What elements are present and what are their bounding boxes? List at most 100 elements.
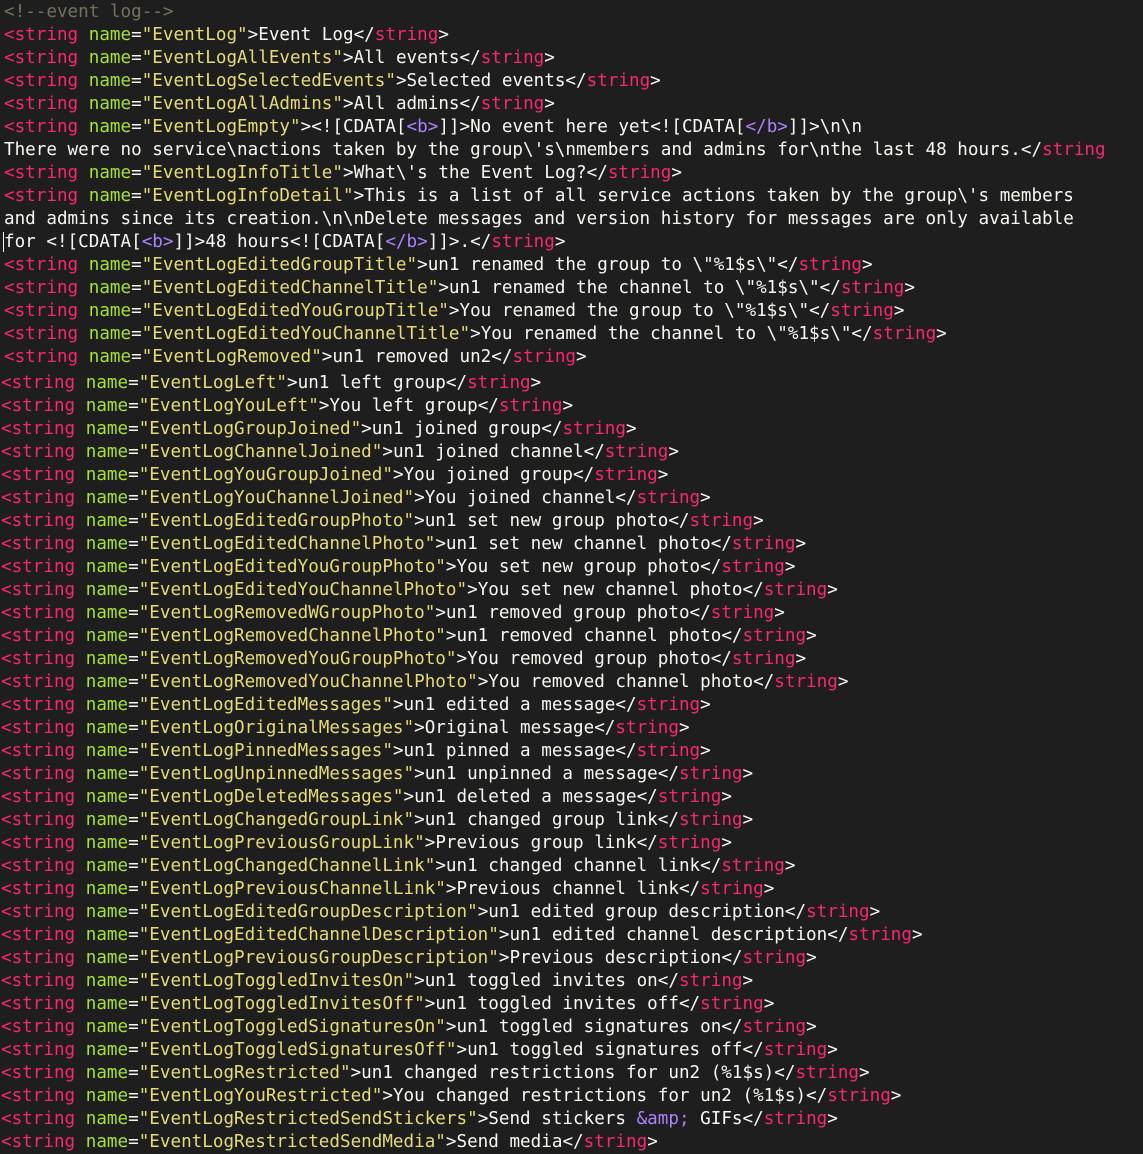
code-token-attr: name — [88, 301, 132, 321]
code-line[interactable]: <string name="EventLogRemovedYouChannelP… — [1, 671, 848, 694]
code-line[interactable]: <string name="EventLogGroupJoined">un1 j… — [1, 418, 637, 441]
code-line[interactable]: <string name="EventLogSelectedEvents">Se… — [4, 70, 661, 93]
code-token-eq: = — [128, 442, 139, 462]
code-line[interactable]: <string name="EventLogRestrictedSendStic… — [1, 1108, 838, 1131]
code-line[interactable]: <string name="EventLogEditedYouChannelPh… — [1, 579, 838, 602]
code-line[interactable]: <string name="EventLogPreviousGroupLink"… — [1, 832, 732, 855]
code-line[interactable]: <!--event log--> — [4, 1, 173, 24]
code-token-tag: <string — [1, 902, 76, 922]
code-token-tag: <string — [1, 1109, 76, 1129]
code-line[interactable]: <string name="EventLogDeletedMessages">u… — [1, 786, 732, 809]
code-line[interactable]: <string name="EventLogRemovedChannelPhot… — [1, 625, 817, 648]
code-line[interactable]: <string name="EventLogYouChannelJoined">… — [1, 487, 711, 510]
code-token-punc: > — [392, 465, 404, 485]
code-line[interactable]: <string name="EventLogEditedMessages">un… — [1, 694, 711, 717]
code-line[interactable]: <string name="EventLogInfoDetail">This i… — [4, 185, 1074, 208]
code-token-tag: <string — [1, 1132, 76, 1152]
code-token-attr: name — [85, 994, 129, 1014]
code-line[interactable]: <string name="EventLogOriginalMessages">… — [1, 717, 690, 740]
code-token-str: "EventLogPreviousChannelLink" — [138, 879, 446, 899]
code-line[interactable]: <string name="EventLogToggledInvitesOn">… — [1, 970, 753, 993]
code-line[interactable]: for <![CDATA[<b>]]>48 hours<![CDATA[</b>… — [4, 231, 565, 254]
code-token-eq: = — [131, 71, 142, 91]
code-line[interactable]: <string name="EventLogEditedChannelPhoto… — [1, 533, 806, 556]
code-line[interactable]: <string name="EventLog">Event Log</strin… — [4, 24, 449, 47]
code-line[interactable]: <string name="EventLogInfoTitle">What\'s… — [4, 162, 682, 185]
code-line[interactable]: <string name="EventLogEditedGroupPhoto">… — [1, 510, 764, 533]
code-line[interactable]: <string name="EventLogEditedChannelTitle… — [4, 277, 915, 300]
code-token-tag: string — [689, 511, 754, 531]
code-token-str: "EventLogLeft" — [138, 373, 288, 393]
code-token-str: "EventLogEditedYouChannelPhoto" — [138, 580, 468, 600]
code-line[interactable]: <string name="EventLogToggledSignaturesO… — [1, 1016, 817, 1039]
code-token-punc: > — [498, 925, 510, 945]
code-line[interactable]: <string name="EventLogRemovedYouGroupPho… — [1, 648, 806, 671]
code-token-punc: </ — [742, 1040, 764, 1060]
code-token-tag: <string — [1, 1086, 76, 1106]
code-line[interactable]: <string name="EventLogLeft">un1 left gro… — [1, 372, 541, 395]
code-line[interactable]: <string name="EventLogChannelJoined">un1… — [1, 441, 679, 464]
code-line[interactable]: <string name="EventLogEmpty"><![CDATA[<b… — [4, 116, 862, 139]
code-token-attr: name — [88, 117, 132, 137]
code-token-text: You removed group photo — [467, 649, 711, 669]
code-line[interactable]: There were no service\nactions taken by … — [4, 139, 1106, 162]
code-token-tag: string — [774, 672, 838, 692]
code-token-attr: name — [85, 396, 129, 416]
code-line[interactable]: <string name="EventLogRemoved">un1 remov… — [4, 346, 587, 369]
code-line[interactable]: <string name="EventLogUnpinnedMessages">… — [1, 763, 753, 786]
code-line[interactable]: <string name="EventLogToggledInvitesOff"… — [1, 993, 774, 1016]
code-line[interactable]: <string name="EventLogEditedGroupDescrip… — [1, 901, 880, 924]
code-token-punc: > — [470, 324, 481, 344]
code-line[interactable]: <string name="EventLogAllAdmins">All adm… — [4, 93, 555, 116]
code-token-tag: string — [467, 373, 531, 393]
code-editor[interactable]: <!--event log--> <string name="EventLog">… — [0, 0, 1143, 1154]
code-line[interactable]: <string name="EventLogEditedYouChannelTi… — [4, 323, 947, 346]
code-token-str: "EventLogRestricted" — [138, 1063, 351, 1083]
code-token-punc: > — [554, 232, 566, 252]
code-line[interactable]: <string name="EventLogEditedChannelDescr… — [1, 924, 923, 947]
code-token-tag: string — [678, 810, 743, 830]
code-line[interactable]: and admins since its creation.\n\nDelete… — [4, 208, 1074, 231]
code-token-punc: ]]> — [427, 232, 460, 252]
code-line[interactable]: <string name="EventLogYouGroupJoined">Yo… — [1, 464, 668, 487]
code-token-punc: </ — [721, 1017, 743, 1037]
code-line[interactable]: <string name="EventLogEditedYouGroupPhot… — [1, 556, 795, 579]
code-token-eq: = — [128, 1086, 139, 1106]
code-line[interactable]: <string name="EventLogToggledSignaturesO… — [1, 1039, 838, 1062]
code-token-punc: </ — [353, 25, 375, 45]
code-token-tag: string — [721, 856, 785, 876]
code-line[interactable]: <string name="EventLogRestrictedSendMedi… — [1, 1131, 658, 1154]
code-line[interactable]: <string name="EventLogRestricted">un1 ch… — [1, 1062, 870, 1085]
code-token-tag: string — [594, 465, 658, 485]
code-token-str: "EventLogDeletedMessages" — [138, 787, 404, 807]
code-token-text: for — [4, 232, 47, 252]
code-line[interactable]: <string name="EventLogPreviousChannelLin… — [1, 878, 774, 901]
code-token-punc: > — [445, 1017, 457, 1037]
code-token-attr: name — [85, 810, 129, 830]
code-line[interactable]: <string name="EventLogPreviousGroupDescr… — [1, 947, 817, 970]
code-token-punc: </ — [689, 603, 711, 623]
code-line[interactable]: <string name="EventLogEditedYouGroupTitl… — [4, 300, 904, 323]
code-line[interactable]: <string name="EventLogChangedChannelLink… — [1, 855, 795, 878]
code-line[interactable]: <string name="EventLogYouLeft">You left … — [1, 395, 573, 418]
code-token-punc: > — [392, 741, 404, 761]
code-token-text: un1 toggled invites off — [435, 994, 679, 1014]
code-line[interactable]: <string name="EventLogYouRestricted">You… — [1, 1085, 901, 1108]
code-token-tag: <string — [4, 324, 79, 344]
code-token-punc: > — [392, 695, 404, 715]
code-line[interactable]: <string name="EventLogEditedGroupTitle">… — [4, 254, 873, 277]
code-line[interactable]: <string name="EventLogRemovedWGroupPhoto… — [1, 602, 785, 625]
code-line[interactable]: <string name="EventLogPinnedMessages">un… — [1, 740, 711, 763]
code-line[interactable]: <string name="EventLogAllEvents">All eve… — [4, 47, 555, 70]
code-line[interactable]: <string name="EventLogChangedGroupLink">… — [1, 809, 753, 832]
code-token-punc: > — [893, 301, 905, 321]
code-token-tag: <string — [1, 465, 76, 485]
